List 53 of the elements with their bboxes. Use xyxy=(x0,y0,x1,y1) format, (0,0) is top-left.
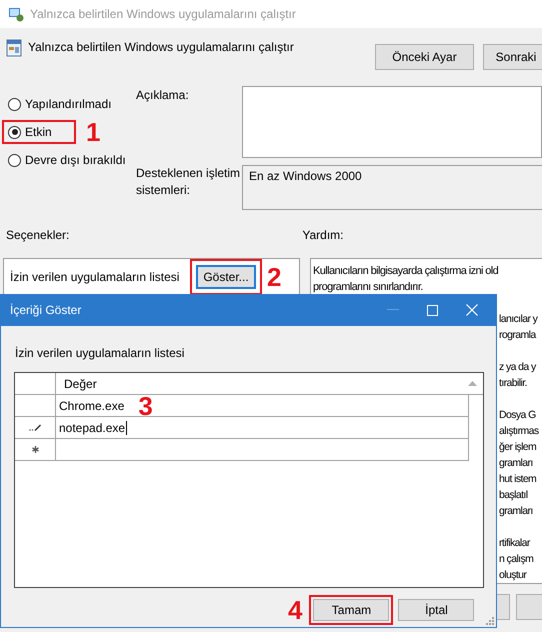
resize-grip-icon[interactable] xyxy=(485,616,494,625)
button[interactable] xyxy=(516,594,542,620)
pencil-icon xyxy=(29,424,41,431)
setting-title: Yalnızca belirtilen Windows uygulamalarını çalıştır xyxy=(28,40,294,54)
dialog-title: İçeriği Göster xyxy=(10,303,82,317)
annotation-number: 3 xyxy=(138,392,153,418)
window-title: Yalnızca belirtilen Windows uygulamalarını çalıştır xyxy=(30,7,296,21)
section-label: Seçenekler: xyxy=(6,228,70,242)
field-label: Açıklama: xyxy=(136,87,190,104)
minimize-icon[interactable] xyxy=(387,309,399,311)
policy-icon xyxy=(8,6,24,22)
field-label: Desteklenen işletim sistemleri: xyxy=(136,165,242,199)
help-text: alıştırmas xyxy=(499,424,539,439)
cell-input[interactable]: notepad.exe xyxy=(59,420,128,434)
maximize-icon[interactable] xyxy=(427,304,438,316)
help-text: gramları xyxy=(499,456,533,471)
table-cell[interactable]: Chrome.exe xyxy=(59,398,124,412)
close-icon[interactable] xyxy=(466,304,478,316)
list-label: İzin verilen uygulamaların listesi xyxy=(15,346,184,360)
help-text: rogramla xyxy=(499,328,536,343)
help-text: rtifikalar xyxy=(499,536,530,551)
help-text: Dosya G xyxy=(499,408,536,423)
help-text: oluştur xyxy=(499,568,526,583)
dialog-button[interactable]: İptal xyxy=(398,599,474,621)
help-text: z ya da y xyxy=(499,360,536,375)
help-text: başlatıl xyxy=(499,488,528,503)
description-field[interactable] xyxy=(242,86,542,158)
help-text: Kullanıcıların bilgisayarda çalıştırma izni old xyxy=(313,264,498,279)
nav-button[interactable]: Sonraki xyxy=(483,44,542,70)
annotation-number: 1 xyxy=(86,119,100,145)
show-button[interactable]: Göster... xyxy=(196,265,256,289)
annotation-number: 4 xyxy=(288,597,302,623)
help-text: hut istem xyxy=(499,472,536,487)
dialog-button[interactable]: Tamam xyxy=(313,599,390,621)
settings-page-icon xyxy=(6,39,22,57)
section-label: Yardım: xyxy=(302,228,344,242)
supported-field: En az Windows 2000 xyxy=(242,165,542,210)
nav-button[interactable]: Önceki Ayar xyxy=(375,44,474,70)
asterisk-icon xyxy=(32,446,38,453)
help-text: lanıcılar y xyxy=(499,312,538,327)
radio-option[interactable]: Etkin xyxy=(8,125,52,139)
radio-option[interactable]: Yapılandırılmadı xyxy=(8,97,112,111)
sort-arrow-icon[interactable] xyxy=(468,381,477,386)
option-label: İzin verilen uygulamaların listesi xyxy=(10,270,180,284)
column-header[interactable]: Değer xyxy=(64,376,97,390)
help-text: n çalışm xyxy=(499,552,534,567)
help-text: ğer işlem xyxy=(499,440,536,455)
radio-option[interactable]: Devre dışı bırakıldı xyxy=(8,153,126,167)
annotation-number: 2 xyxy=(267,264,282,290)
help-text: programlarını sınırlandırır. xyxy=(313,280,423,295)
help-text: tırabilir. xyxy=(499,376,527,391)
help-text: gramları xyxy=(499,504,533,519)
button[interactable] xyxy=(497,594,510,620)
